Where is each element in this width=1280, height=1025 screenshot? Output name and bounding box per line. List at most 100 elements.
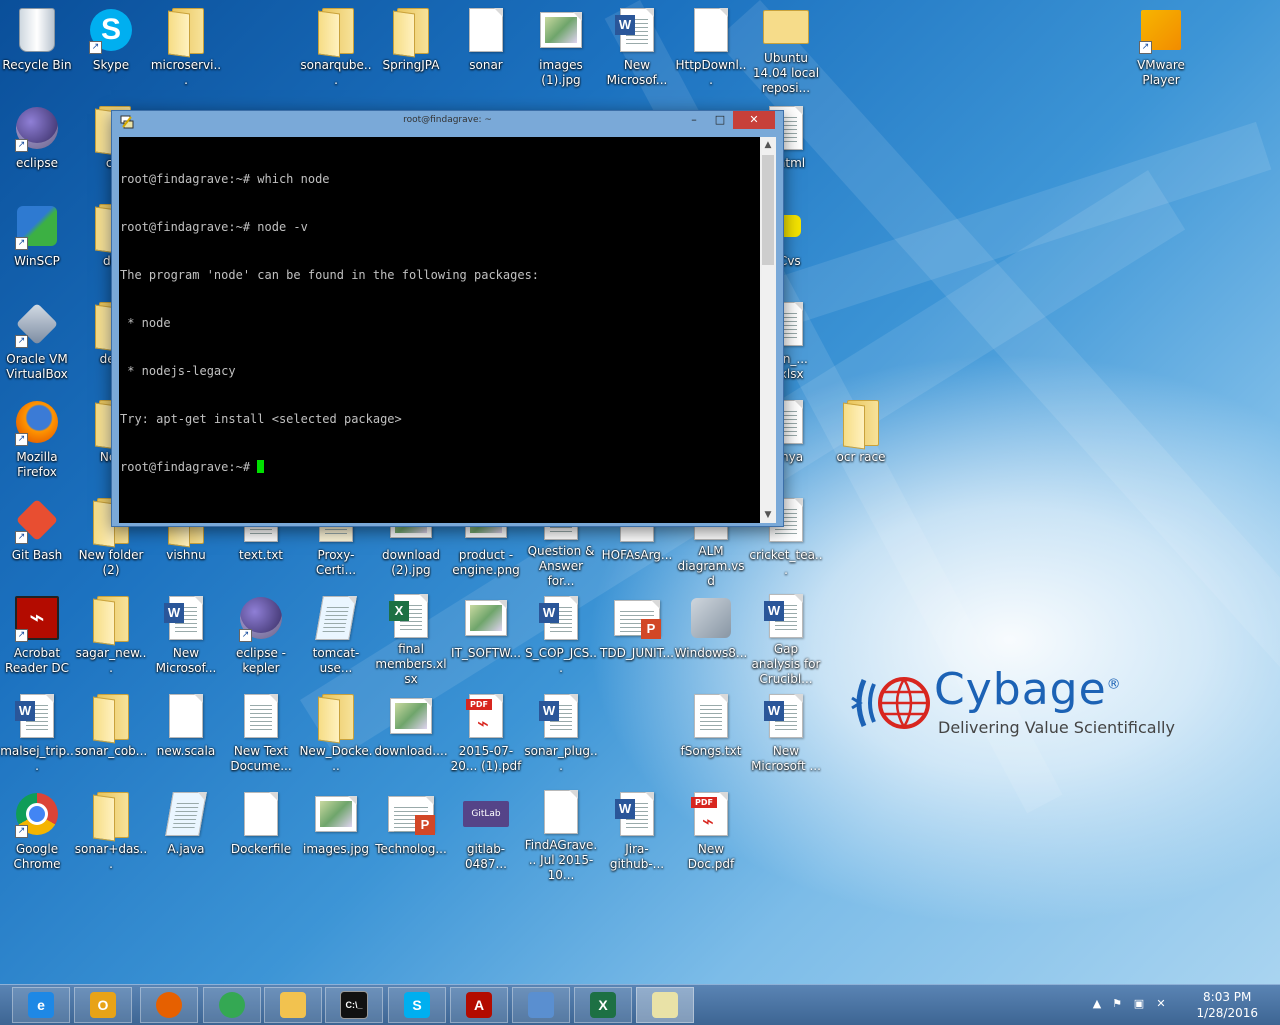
desktop-icon[interactable]: P TDD_JUNIT... bbox=[600, 588, 674, 684]
close-button[interactable]: ✕ bbox=[733, 111, 775, 129]
envelope-icon bbox=[762, 6, 810, 47]
desktop-icon[interactable]: W Gap analysis for Crucibl... bbox=[749, 588, 823, 686]
desktop-icon[interactable]: ↗ Google Chrome bbox=[0, 784, 74, 880]
terminal-title-bar[interactable]: root@findagrave: ~ – □ ✕ bbox=[112, 111, 783, 133]
desktop-icon[interactable]: sonar_cob... bbox=[74, 686, 148, 782]
desktop-icon-label: product - engine.png bbox=[452, 548, 520, 577]
minimize-button[interactable]: – bbox=[681, 111, 707, 129]
desktop-icon[interactable]: W S_COP_JCS... bbox=[524, 588, 598, 684]
desktop-icon[interactable]: images.jpg bbox=[299, 784, 373, 880]
desktop-icon-label: tomcat-use... bbox=[312, 646, 360, 675]
taskbar-outlook-button[interactable]: O bbox=[74, 987, 132, 1023]
volume-muted-icon[interactable]: ✕ bbox=[1154, 997, 1168, 1011]
desktop-icon[interactable]: New_Docke... bbox=[299, 686, 373, 782]
desktop-icon-label: New Text Docume... bbox=[230, 744, 292, 773]
desktop-icon[interactable]: GitLab gitlab-0487... bbox=[449, 784, 523, 880]
desktop-icon[interactable]: Recycle Bin bbox=[0, 0, 74, 96]
clock-time: 8:03 PM bbox=[1203, 990, 1252, 1004]
desktop-icon[interactable]: ↗ Mozilla Firefox bbox=[0, 392, 74, 488]
desktop-icon[interactable]: Ubuntu 14.04 local reposi... bbox=[749, 0, 823, 96]
taskbar-internet-explorer-button[interactable]: e bbox=[12, 987, 70, 1023]
image-file-icon bbox=[312, 790, 360, 838]
maximize-button[interactable]: □ bbox=[707, 111, 733, 129]
desktop-icon[interactable]: sonar+das... bbox=[74, 784, 148, 880]
text-file-icon bbox=[687, 692, 735, 740]
word-doc-icon: W bbox=[762, 594, 810, 638]
desktop-icon[interactable]: sonar bbox=[449, 0, 523, 96]
desktop-icon[interactable]: ocr race bbox=[824, 392, 898, 488]
scroll-thumb[interactable] bbox=[762, 155, 774, 265]
taskbar-firefox-button[interactable] bbox=[140, 987, 198, 1023]
zip-folder-icon bbox=[312, 692, 360, 744]
desktop-icon-label: cricket_tea... bbox=[749, 548, 823, 577]
taskbar-chrome-button[interactable] bbox=[203, 987, 261, 1023]
desktop-icon[interactable]: IT_SOFTW... bbox=[449, 588, 523, 684]
desktop-icon[interactable]: ↗ VMware Player bbox=[1124, 0, 1198, 96]
desktop-icon[interactable]: Wsonar_plug... bbox=[524, 686, 598, 782]
desktop-icon[interactable]: S ↗ Skype bbox=[74, 0, 148, 96]
terminal-screen[interactable]: root@findagrave:~# which node root@finda… bbox=[119, 137, 760, 523]
terminal-cursor bbox=[257, 460, 265, 473]
firefox-icon bbox=[156, 992, 182, 1018]
desktop-icon[interactable]: Wmalsej_trip... bbox=[0, 686, 74, 782]
desktop-icon[interactable]: new.scala bbox=[149, 686, 223, 782]
taskbar-skype-button[interactable]: S bbox=[388, 987, 446, 1023]
command-prompt-icon: C:\_ bbox=[340, 991, 368, 1019]
clock[interactable]: 8:03 PM 1/28/2016 bbox=[1196, 989, 1258, 1021]
desktop-icon[interactable]: ↗ eclipse - kepler bbox=[224, 588, 298, 684]
desktop-icon[interactable]: images (1).jpg bbox=[524, 0, 598, 96]
taskbar-excel-button[interactable]: X bbox=[574, 987, 632, 1023]
desktop-icon[interactable]: PDF ⌁ 2015-07-20... (1).pdf bbox=[449, 686, 523, 782]
shortcut-arrow-icon: ↗ bbox=[15, 139, 28, 152]
desktop-icon[interactable]: microservi... bbox=[149, 0, 223, 96]
desktop-icon[interactable]: FindAGrave... Jul 2015- 10... bbox=[524, 784, 598, 882]
desktop-icon[interactable]: SpringJPA bbox=[374, 0, 448, 96]
desktop-icon-label: eclipse bbox=[16, 156, 58, 170]
show-hidden-icons-icon[interactable]: ▲ bbox=[1090, 997, 1104, 1011]
desktop-icon[interactable]: ↗ Oracle VM VirtualBox bbox=[0, 294, 74, 390]
desktop-icon[interactable]: New Text Docume... bbox=[224, 686, 298, 782]
terminal-scrollbar[interactable]: ▲ ▼ bbox=[760, 137, 776, 523]
eclipse-icon: ↗ bbox=[13, 104, 61, 152]
desktop-icon[interactable]: W New Microsof... bbox=[600, 0, 674, 96]
desktop-icon[interactable]: sagar_new... bbox=[74, 588, 148, 684]
file-icon bbox=[237, 790, 285, 838]
desktop-icon[interactable]: ↗ WinSCP bbox=[0, 196, 74, 292]
system-tray: ▲ ⚑ ▣ ✕ 8:03 PM 1/28/2016 bbox=[1090, 985, 1280, 1025]
desktop-icon[interactable]: W Jira-github-... bbox=[600, 784, 674, 880]
desktop-icon[interactable]: download.... bbox=[374, 686, 448, 782]
terminal-line: * nodejs-legacy bbox=[120, 364, 236, 378]
taskbar-putty-button[interactable] bbox=[636, 987, 694, 1023]
desktop-icon[interactable]: P Technolog... bbox=[374, 784, 448, 880]
desktop-icon[interactable]: ↗ eclipse bbox=[0, 98, 74, 194]
taskbar-command-prompt-button[interactable]: C:\_ bbox=[325, 987, 383, 1023]
desktop-icon[interactable]: A.java bbox=[149, 784, 223, 880]
taskbar-control-panel-button[interactable] bbox=[512, 987, 570, 1023]
desktop-icon[interactable]: sonarqube... bbox=[299, 0, 373, 96]
desktop-icon[interactable]: Dockerfile bbox=[224, 784, 298, 880]
taskbar-file-explorer-button[interactable] bbox=[264, 987, 322, 1023]
action-center-flag-icon[interactable]: ⚑ bbox=[1110, 997, 1124, 1011]
desktop-icon[interactable]: ⌁ ↗ Acrobat Reader DC bbox=[0, 588, 74, 684]
desktop-icon[interactable]: ↗ Git Bash bbox=[0, 490, 74, 586]
desktop-icon[interactable]: Windows8... bbox=[674, 588, 748, 684]
terminal-prompt-line: root@findagrave:~# bbox=[120, 459, 760, 475]
word-doc-icon: W bbox=[162, 594, 210, 642]
desktop-icon-label: sonarqube... bbox=[300, 58, 372, 87]
desktop-icon[interactable]: fSongs.txt bbox=[674, 686, 748, 782]
desktop-icon[interactable]: W New Microsoft ... bbox=[749, 686, 823, 782]
network-icon[interactable]: ▣ bbox=[1132, 997, 1146, 1011]
desktop-icon[interactable]: PDF ⌁ New Doc.pdf bbox=[674, 784, 748, 880]
desktop-icon[interactable]: Xfinal members.xlsx bbox=[374, 588, 448, 686]
desktop-icon-label: VMware Player bbox=[1137, 58, 1185, 87]
desktop-icon[interactable]: HttpDownl... bbox=[674, 0, 748, 96]
terminal-line: Try: apt-get install <selected package> bbox=[120, 412, 402, 426]
desktop-icon[interactable]: tomcat-use... bbox=[299, 588, 373, 684]
desktop-icon[interactable]: W New Microsof... bbox=[149, 588, 223, 684]
scroll-down-icon[interactable]: ▼ bbox=[760, 507, 776, 523]
desktop-icon-label: Question & Answer for... bbox=[527, 544, 595, 588]
desktop: Recycle Bin S ↗ Skype microservi... sonarqube… bbox=[0, 0, 1280, 984]
scroll-up-icon[interactable]: ▲ bbox=[760, 137, 776, 153]
taskbar-acrobat-button[interactable]: A bbox=[450, 987, 508, 1023]
putty-terminal-window[interactable]: root@findagrave: ~ – □ ✕ root@findagrave… bbox=[111, 110, 784, 527]
